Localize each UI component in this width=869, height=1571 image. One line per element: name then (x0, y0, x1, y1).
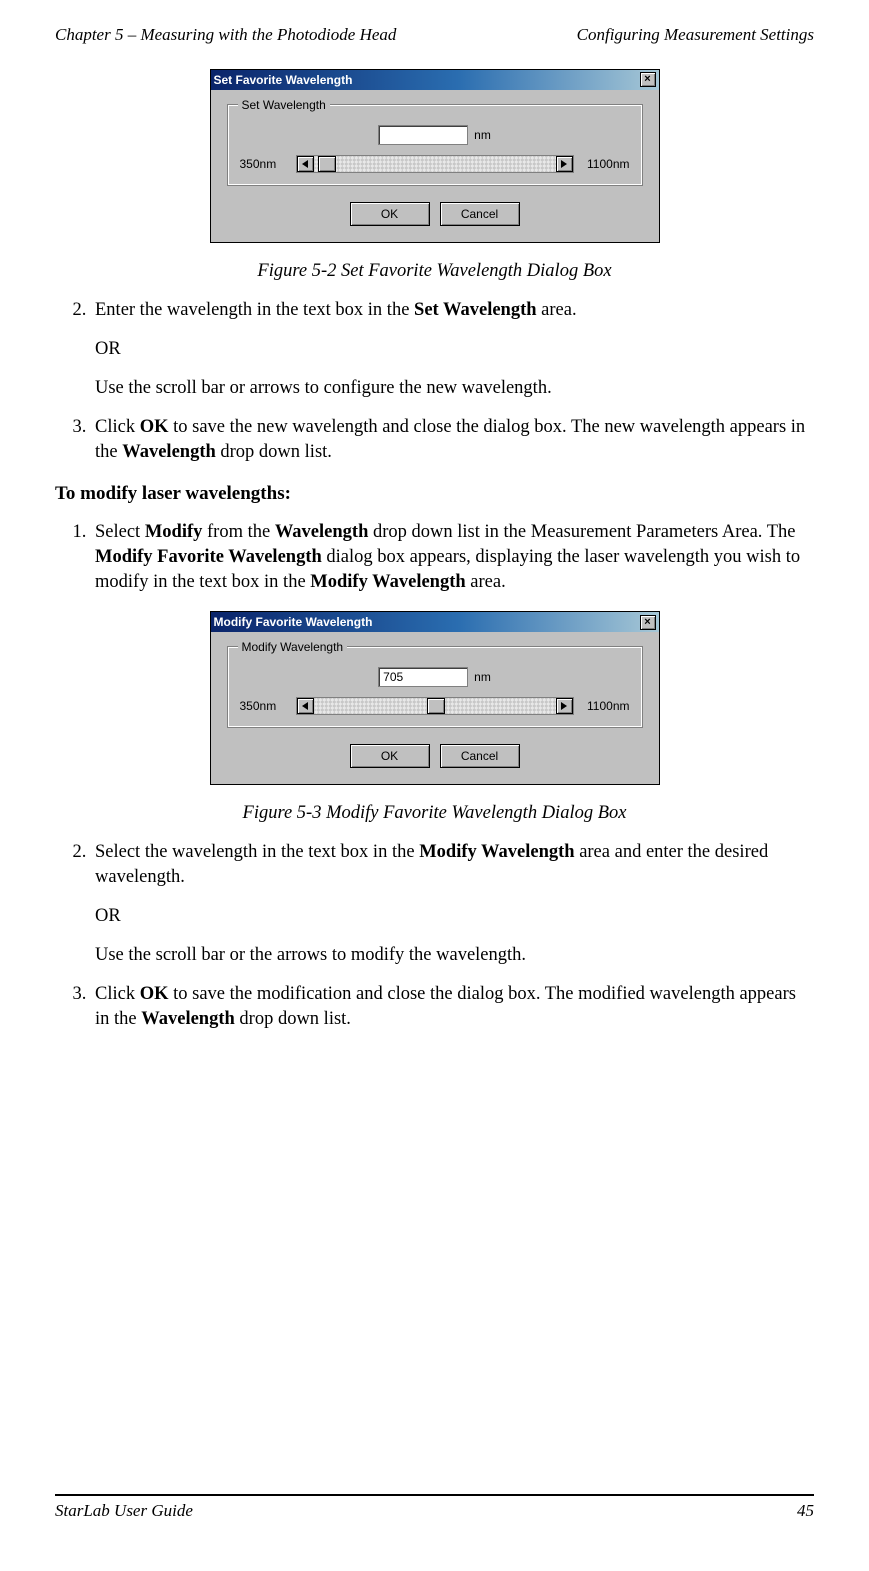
unit-label: nm (474, 669, 491, 685)
unit-label: nm (474, 127, 491, 143)
step-1b: Select Modify from the Wavelength drop d… (91, 520, 814, 595)
dialog-title: Set Favorite Wavelength (214, 72, 353, 88)
page-header: Chapter 5 – Measuring with the Photodiod… (55, 24, 814, 47)
scroll-right-button[interactable] (556, 698, 573, 714)
scroll-thumb[interactable] (427, 698, 445, 714)
header-left: Chapter 5 – Measuring with the Photodiod… (55, 24, 396, 47)
dialog-titlebar[interactable]: Set Favorite Wavelength × (211, 70, 659, 90)
modify-heading: To modify laser wavelengths: (55, 481, 814, 507)
close-icon[interactable]: × (640, 615, 656, 630)
max-label: 1100nm (580, 698, 630, 714)
scroll-thumb[interactable] (318, 156, 336, 172)
set-favorite-wavelength-dialog: Set Favorite Wavelength × Set Wavelength… (210, 69, 660, 243)
wavelength-input[interactable] (378, 667, 468, 687)
close-icon[interactable]: × (640, 72, 656, 87)
dialog-title: Modify Favorite Wavelength (214, 614, 373, 630)
chevron-left-icon (302, 160, 308, 168)
wavelength-scrollbar[interactable] (296, 697, 574, 715)
steps-list-c: Select the wavelength in the text box in… (55, 840, 814, 1032)
figure-5-2-caption: Figure 5-2 Set Favorite Wavelength Dialo… (55, 259, 814, 284)
footer-page-number: 45 (797, 1500, 814, 1523)
cancel-button[interactable]: Cancel (440, 744, 520, 768)
wavelength-scrollbar[interactable] (296, 155, 574, 173)
max-label: 1100nm (580, 156, 630, 172)
figure-5-3: Modify Favorite Wavelength × Modify Wave… (55, 611, 814, 785)
group-legend: Modify Wavelength (238, 639, 348, 655)
step-2c: Select the wavelength in the text box in… (91, 840, 814, 968)
scroll-left-button[interactable] (297, 156, 314, 172)
scroll-right-button[interactable] (556, 156, 573, 172)
step-3c: Click OK to save the modification and cl… (91, 982, 814, 1032)
modify-favorite-wavelength-dialog: Modify Favorite Wavelength × Modify Wave… (210, 611, 660, 785)
wavelength-input[interactable] (378, 125, 468, 145)
min-label: 350nm (240, 156, 290, 172)
chevron-right-icon (561, 702, 567, 710)
scroll-left-button[interactable] (297, 698, 314, 714)
ok-button[interactable]: OK (350, 202, 430, 226)
ok-button[interactable]: OK (350, 744, 430, 768)
header-right: Configuring Measurement Settings (577, 24, 814, 47)
cancel-button[interactable]: Cancel (440, 202, 520, 226)
steps-list-a: Enter the wavelength in the text box in … (55, 298, 814, 465)
scroll-track[interactable] (314, 156, 556, 172)
figure-5-2: Set Favorite Wavelength × Set Wavelength… (55, 69, 814, 243)
step-2: Enter the wavelength in the text box in … (91, 298, 814, 401)
footer-left: StarLab User Guide (55, 1500, 193, 1523)
chevron-right-icon (561, 160, 567, 168)
page-footer: StarLab User Guide 45 (55, 1494, 814, 1523)
steps-list-b: Select Modify from the Wavelength drop d… (55, 520, 814, 595)
set-wavelength-group: Set Wavelength nm 350nm 1100nm (227, 104, 643, 186)
dialog-titlebar[interactable]: Modify Favorite Wavelength × (211, 612, 659, 632)
figure-5-3-caption: Figure 5-3 Modify Favorite Wavelength Di… (55, 801, 814, 826)
chevron-left-icon (302, 702, 308, 710)
modify-wavelength-group: Modify Wavelength nm 350nm 1100nm (227, 646, 643, 728)
group-legend: Set Wavelength (238, 97, 330, 113)
min-label: 350nm (240, 698, 290, 714)
step-3: Click OK to save the new wavelength and … (91, 415, 814, 465)
scroll-track[interactable] (314, 698, 556, 714)
